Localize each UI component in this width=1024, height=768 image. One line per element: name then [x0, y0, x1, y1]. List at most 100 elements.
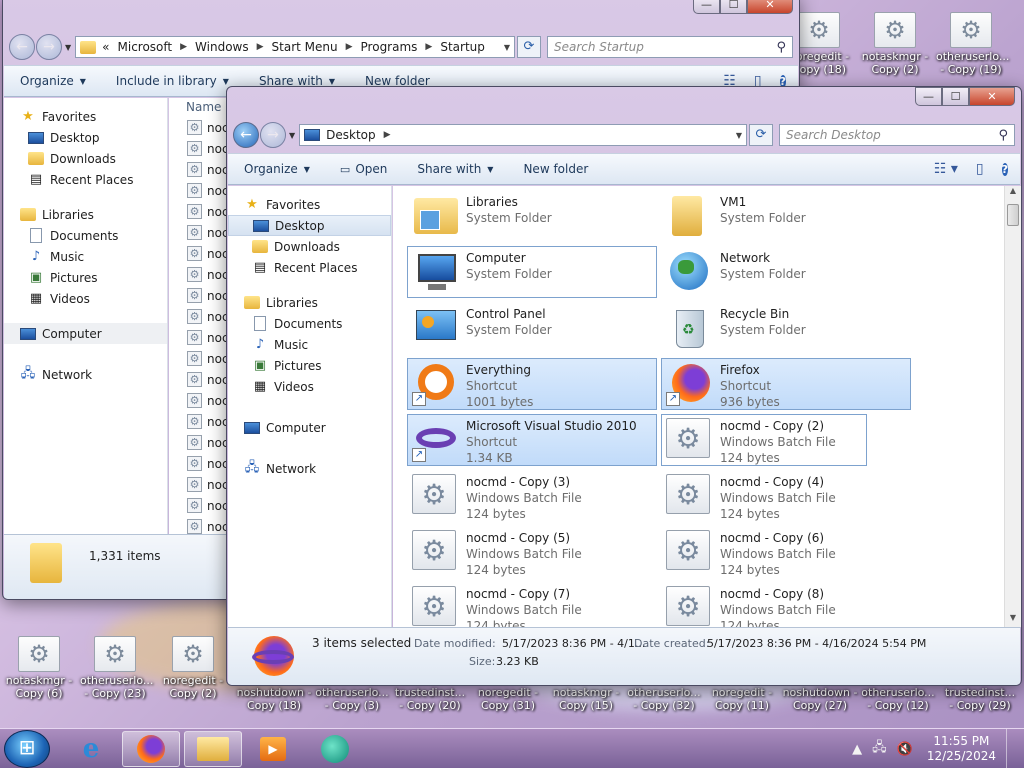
- table-row[interactable]: ⚙ noc: [169, 495, 229, 516]
- minimize-button[interactable]: —: [915, 87, 942, 106]
- back-button[interactable]: ←: [233, 122, 259, 148]
- nav-downloads[interactable]: Downloads: [4, 148, 167, 169]
- nav-favorites[interactable]: ★ Favorites: [228, 194, 391, 215]
- forward-button[interactable]: →: [260, 122, 286, 148]
- desktop-icon[interactable]: trustedinst... - Copy (20): [392, 686, 468, 712]
- scroll-down-icon[interactable]: ▼: [1005, 613, 1021, 627]
- breadcrumb-separator-icon[interactable]: ▶: [257, 42, 264, 52]
- recent-pages-icon[interactable]: ▼: [289, 131, 295, 140]
- open-button[interactable]: ▭ Open: [340, 162, 387, 176]
- nav-videos[interactable]: ▦ Videos: [4, 288, 167, 309]
- desktop-icon[interactable]: trustedinst... - Copy (29): [940, 686, 1020, 712]
- table-row[interactable]: ⚙ noc: [169, 159, 229, 180]
- taskbar-app[interactable]: [306, 731, 364, 767]
- nav-libraries[interactable]: Libraries: [228, 292, 391, 313]
- taskbar-media-player[interactable]: ▶: [244, 731, 302, 767]
- taskbar-internet-explorer[interactable]: e: [62, 731, 120, 767]
- tile-nocmd-copy-6[interactable]: nocmd - Copy (6)Windows Batch File124 by…: [661, 526, 911, 578]
- desktop-icon[interactable]: noregedit - Copy (31): [470, 686, 546, 712]
- nav-libraries[interactable]: Libraries: [4, 204, 167, 225]
- network-status-icon[interactable]: 🖧: [872, 738, 887, 760]
- desktop-icon[interactable]: noshutdown - Copy (18): [236, 686, 312, 712]
- include-in-library-menu[interactable]: Include in library ▼: [116, 74, 229, 88]
- tile-nocmd-copy-4[interactable]: nocmd - Copy (4)Windows Batch File124 by…: [661, 470, 911, 522]
- breadcrumb-separator-icon[interactable]: ▶: [346, 42, 353, 52]
- help-icon[interactable]: ?: [1001, 161, 1008, 178]
- nav-network[interactable]: 🖧 Network: [228, 458, 391, 479]
- table-row[interactable]: ⚙ noc: [169, 243, 229, 264]
- close-button[interactable]: ✕: [969, 87, 1015, 106]
- organize-menu[interactable]: Organize ▼: [244, 162, 310, 176]
- nav-music[interactable]: ♪ Music: [4, 246, 167, 267]
- table-row[interactable]: ⚙ noc: [169, 474, 229, 495]
- back-button[interactable]: ←: [9, 34, 35, 60]
- search-icon[interactable]: ⚲: [776, 40, 786, 55]
- nav-downloads[interactable]: Downloads: [228, 236, 391, 257]
- desktop-icon[interactable]: notaskmgr - Copy (2): [860, 12, 930, 76]
- table-row[interactable]: ⚙ noc: [169, 327, 229, 348]
- taskbar-windows-explorer[interactable]: [184, 731, 242, 767]
- tile-nocmd-copy-7[interactable]: nocmd - Copy (7)Windows Batch File124 by…: [407, 582, 657, 627]
- refresh-button[interactable]: ⟳: [517, 36, 541, 58]
- desktop-icon[interactable]: noregedit - Copy (11): [704, 686, 780, 712]
- breadcrumb-segment[interactable]: Start Menu: [272, 40, 338, 54]
- tile-nocmd-copy-5[interactable]: nocmd - Copy (5)Windows Batch File124 by…: [407, 526, 657, 578]
- nav-recent-places[interactable]: ▤ Recent Places: [4, 169, 167, 190]
- address-chevron[interactable]: «: [102, 40, 109, 54]
- scrollbar-thumb[interactable]: [1007, 204, 1019, 226]
- nav-network[interactable]: 🖧 Network: [4, 364, 167, 385]
- minimize-button[interactable]: —: [693, 0, 720, 14]
- vertical-scrollbar[interactable]: ▲ ▼: [1004, 186, 1021, 627]
- breadcrumb-segment[interactable]: Desktop: [326, 128, 376, 142]
- breadcrumb-segment[interactable]: Startup: [440, 40, 485, 54]
- tile-nocmd-copy-8[interactable]: nocmd - Copy (8)Windows Batch File124 by…: [661, 582, 911, 627]
- taskbar-firefox[interactable]: [122, 731, 180, 767]
- tile-computer[interactable]: Computer System Folder: [407, 246, 657, 298]
- tile-everything[interactable]: ↗ Everything Shortcut 1001 bytes: [407, 358, 657, 410]
- table-row[interactable]: ⚙ noc: [169, 453, 229, 474]
- start-button[interactable]: [4, 730, 50, 768]
- nav-desktop[interactable]: Desktop: [4, 127, 167, 148]
- tile-recycle-bin[interactable]: ♻ Recycle Bin System Folder: [661, 302, 911, 354]
- desktop-icon[interactable]: notaskmgr - Copy (15): [548, 686, 624, 712]
- preview-pane-icon[interactable]: ▯: [976, 161, 984, 177]
- nav-favorites[interactable]: ★ Favorites: [4, 106, 167, 127]
- tile-visual-studio[interactable]: ↗ Microsoft Visual Studio 2010 Shortcut 1.…: [407, 414, 657, 466]
- maximize-button[interactable]: ☐: [720, 0, 747, 14]
- share-with-menu[interactable]: Share with ▼: [417, 162, 493, 176]
- breadcrumb-segment[interactable]: Microsoft: [118, 40, 173, 54]
- recent-pages-icon[interactable]: ▼: [65, 43, 71, 52]
- address-dropdown-icon[interactable]: ▼: [736, 131, 742, 140]
- nav-computer[interactable]: Computer: [228, 417, 391, 438]
- breadcrumb-separator-icon[interactable]: ▶: [425, 42, 432, 52]
- close-button[interactable]: ✕: [747, 0, 793, 14]
- address-dropdown-icon[interactable]: ▼: [504, 43, 510, 52]
- table-row[interactable]: ⚙ noc: [169, 264, 229, 285]
- tile-control-panel[interactable]: Control Panel System Folder: [407, 302, 657, 354]
- tile-libraries[interactable]: Libraries System Folder: [407, 190, 657, 242]
- new-folder-button[interactable]: New folder: [523, 162, 588, 176]
- tile-nocmd-copy-3[interactable]: nocmd - Copy (3)Windows Batch File124 by…: [407, 470, 657, 522]
- table-row[interactable]: ⚙ noc: [169, 432, 229, 453]
- scroll-up-icon[interactable]: ▲: [1005, 186, 1021, 200]
- desktop-icon[interactable]: notaskmgr - Copy (6): [4, 636, 74, 700]
- table-row[interactable]: ⚙ noc: [169, 369, 229, 390]
- table-row[interactable]: ⚙ noc: [169, 285, 229, 306]
- table-row[interactable]: ⚙ noc: [169, 390, 229, 411]
- desktop-icon[interactable]: otheruserlo... - Copy (23): [80, 636, 153, 700]
- nav-videos[interactable]: ▦ Videos: [228, 376, 391, 397]
- search-box[interactable]: Search Startup ⚲: [547, 36, 793, 58]
- table-row[interactable]: ⚙ noc: [169, 138, 229, 159]
- breadcrumb-segment[interactable]: Windows: [195, 40, 249, 54]
- address-bar[interactable]: « Microsoft ▶ Windows ▶ Start Menu ▶ Pro…: [75, 36, 515, 58]
- nav-music[interactable]: ♪ Music: [228, 334, 391, 355]
- tile-network[interactable]: Network System Folder: [661, 246, 911, 298]
- nav-desktop[interactable]: Desktop: [228, 215, 391, 236]
- search-box[interactable]: Search Desktop ⚲: [779, 124, 1015, 146]
- nav-documents[interactable]: Documents: [4, 225, 167, 246]
- desktop-icon[interactable]: otheruserlo... - Copy (32): [626, 686, 702, 712]
- forward-button[interactable]: →: [36, 34, 62, 60]
- nav-pictures[interactable]: ▣ Pictures: [228, 355, 391, 376]
- desktop-icon[interactable]: noshutdown - Copy (27): [782, 686, 858, 712]
- volume-muted-icon[interactable]: 🔇: [897, 742, 913, 757]
